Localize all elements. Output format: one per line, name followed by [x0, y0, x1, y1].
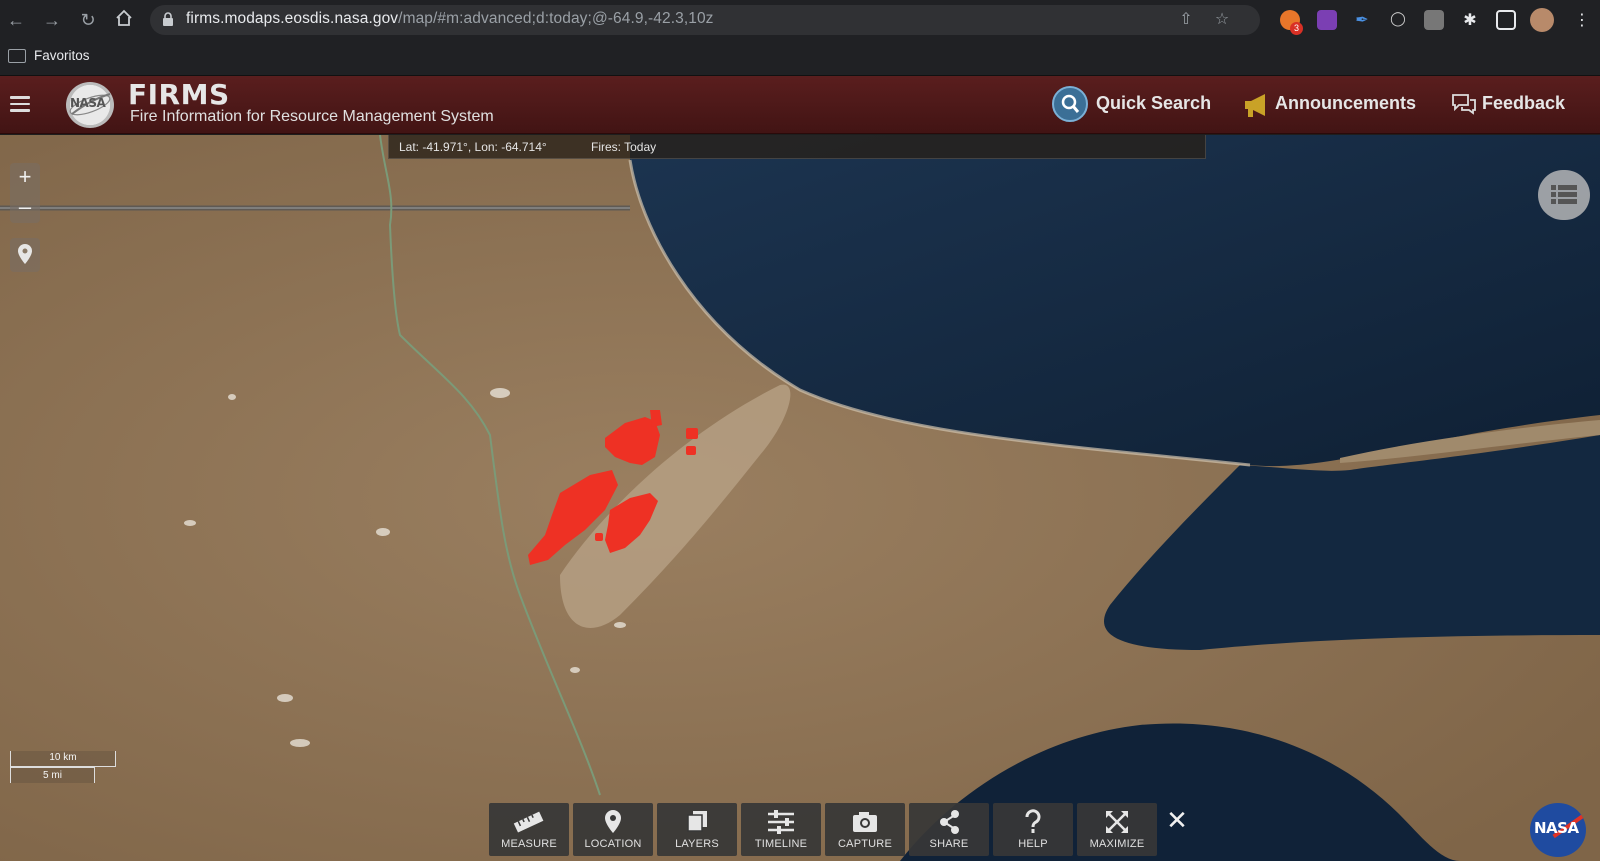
bookmark-star-icon[interactable]: ☆: [1212, 10, 1232, 30]
camera-icon: [853, 812, 877, 832]
home-icon[interactable]: [112, 8, 136, 32]
share-icon: [940, 810, 959, 834]
megaphone-icon[interactable]: [1243, 92, 1271, 118]
location-button[interactable]: LOCATION: [573, 803, 653, 856]
help-button[interactable]: HELP: [993, 803, 1073, 856]
browser-menu-icon[interactable]: ⋮: [1572, 10, 1592, 30]
side-panel-icon[interactable]: [1496, 10, 1516, 30]
timeline-button[interactable]: TIMELINE: [741, 803, 821, 856]
zoom-in-button[interactable]: +: [10, 163, 40, 193]
profile-avatar[interactable]: [1530, 8, 1554, 32]
capture-button[interactable]: CAPTURE: [825, 803, 905, 856]
lat-lon-readout: Lat: -41.971°, Lon: -64.714°: [399, 140, 547, 154]
quick-search-icon[interactable]: [1052, 86, 1088, 122]
share-page-icon[interactable]: ⇧: [1176, 10, 1196, 30]
incognito-extension-icon[interactable]: ◯: [1388, 10, 1408, 30]
question-mark-icon: [1025, 809, 1041, 833]
expand-arrows-icon: [1106, 811, 1128, 833]
bookmark-folder-favoritos[interactable]: Favoritos: [34, 48, 90, 63]
folder-icon: [8, 49, 26, 63]
extensions-puzzle-icon[interactable]: ✱: [1460, 10, 1480, 30]
browser-toolbar: ← → ↻ firms.modaps.eosdis.nasa.gov/map/#…: [0, 0, 1600, 40]
pdf-extension-icon[interactable]: [1424, 10, 1444, 30]
layers-button[interactable]: LAYERS: [657, 803, 737, 856]
layers-icon: [687, 811, 707, 832]
location-pin-icon: [605, 810, 621, 833]
app-header: NASA FIRMS Fire Information for Resource…: [0, 76, 1600, 134]
quick-search-link[interactable]: Quick Search: [1096, 93, 1211, 114]
pen-extension-icon[interactable]: ✒: [1352, 10, 1372, 30]
locate-button[interactable]: [10, 238, 40, 272]
coordinate-readout: Lat: -41.971°, Lon: -64.714° Fires: Toda…: [388, 135, 1206, 159]
url-text: firms.modaps.eosdis.nasa.gov/map/#m:adva…: [186, 10, 714, 27]
nasa-logo[interactable]: NASA: [66, 82, 114, 128]
map-imagery: [0, 135, 1600, 861]
zoom-out-button[interactable]: –: [10, 193, 40, 223]
forward-icon[interactable]: →: [40, 8, 64, 32]
list-icon: [1551, 185, 1577, 204]
scale-mi: 5 mi: [10, 767, 95, 783]
hamburger-menu-icon[interactable]: [10, 96, 30, 112]
zoom-control: + –: [10, 163, 40, 223]
ruler-icon: [513, 811, 544, 833]
close-toolbar-button[interactable]: ✕: [1164, 808, 1190, 834]
fires-filter-readout: Fires: Today: [591, 140, 657, 154]
nasa-corner-logo[interactable]: NASA: [1530, 803, 1586, 857]
onenote-extension-icon[interactable]: [1317, 10, 1337, 30]
app-title: FIRMS: [128, 78, 230, 111]
extension-badge: 3: [1290, 22, 1303, 35]
bookmarks-bar: Favoritos: [0, 40, 1600, 76]
feedback-link[interactable]: Feedback: [1482, 93, 1565, 114]
share-button[interactable]: SHARE: [909, 803, 989, 856]
measure-button[interactable]: MEASURE: [489, 803, 569, 856]
app-subtitle: Fire Information for Resource Management…: [130, 108, 494, 125]
address-bar[interactable]: firms.modaps.eosdis.nasa.gov/map/#m:adva…: [150, 5, 1260, 35]
satellite-map[interactable]: [0, 135, 1600, 861]
announcements-link[interactable]: Announcements: [1275, 93, 1416, 114]
back-icon[interactable]: ←: [4, 8, 28, 32]
feedback-chat-icon[interactable]: [1450, 92, 1478, 116]
maximize-button[interactable]: MAXIMIZE: [1077, 803, 1157, 856]
lock-icon: [163, 12, 173, 26]
map-pin-icon: [18, 244, 32, 264]
map-scale: 10 km 5 mi: [10, 751, 116, 783]
reload-icon[interactable]: ↻: [76, 8, 100, 32]
scale-km: 10 km: [10, 751, 116, 767]
layer-list-button[interactable]: [1538, 170, 1590, 220]
sliders-icon: [768, 810, 794, 834]
